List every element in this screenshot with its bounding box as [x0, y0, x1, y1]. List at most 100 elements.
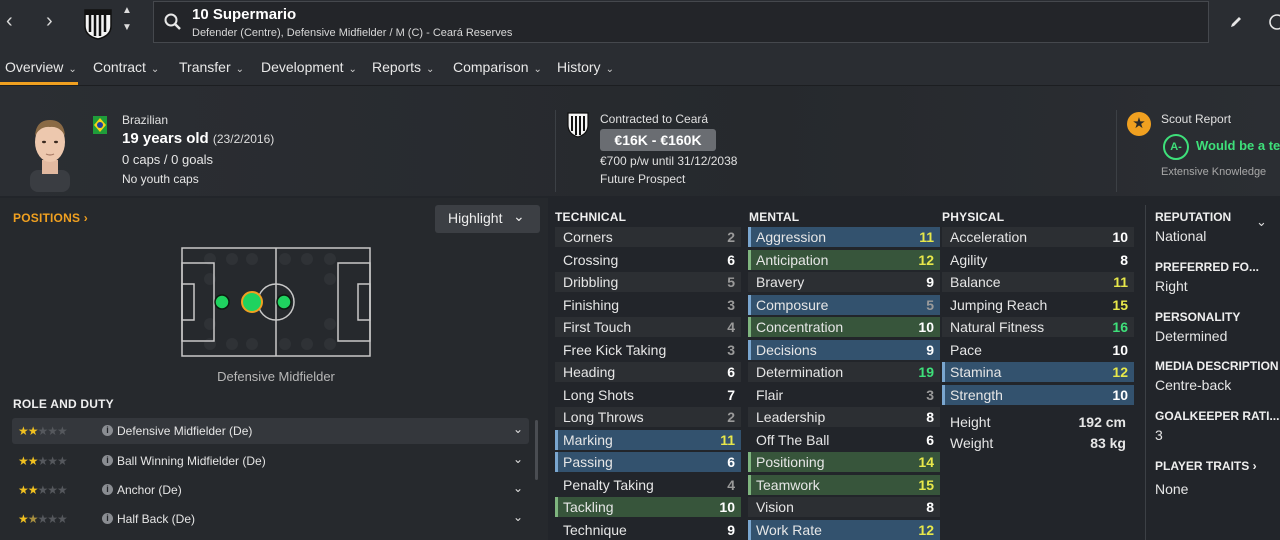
tab-history[interactable]: History ⌄ [557, 59, 614, 75]
attribute-row[interactable]: Bravery 9 [748, 272, 940, 292]
chevron-down-icon[interactable]: ▼ [122, 22, 132, 33]
attribute-row[interactable]: First Touch 4 [555, 317, 741, 337]
attribute-name: Jumping Reach [950, 296, 1048, 313]
position-marker-mc[interactable] [276, 294, 292, 310]
positions-title[interactable]: POSITIONS › [13, 211, 88, 225]
attribute-row[interactable]: Tackling 10 [555, 497, 741, 517]
player-subtitle: Defender (Centre), Defensive Midfielder … [192, 27, 513, 39]
forward-arrow-icon[interactable]: › [46, 10, 53, 33]
attribute-row[interactable]: Free Kick Taking 3 [555, 340, 741, 360]
attribute-value: 5 [727, 274, 735, 290]
attribute-row[interactable]: Decisions 9 [748, 339, 940, 360]
attribute-row[interactable]: Penalty Taking 4 [555, 475, 741, 495]
transfer-value-badge[interactable]: €16K - €160K [600, 129, 716, 151]
roles-scrollbar[interactable] [535, 420, 538, 480]
attribute-value: 10 [1112, 229, 1128, 245]
weight-label: Weight [950, 435, 994, 451]
attribute-value: 3 [727, 341, 735, 358]
tab-overview[interactable]: Overview ⌄ [5, 59, 77, 75]
info-icon[interactable]: i [102, 425, 113, 436]
goalkeeper-rating-section: GOALKEEPER RATI... 3 [1155, 409, 1279, 443]
attribute-name: Marking [563, 431, 613, 448]
contract-label: Contracted to Ceará [600, 112, 709, 126]
attribute-row[interactable]: Corners 2 [555, 227, 741, 247]
back-arrow-icon[interactable]: ‹ [6, 10, 13, 33]
attribute-row[interactable]: Agility 8 [942, 250, 1134, 270]
attribute-row[interactable]: Technique 9 [555, 520, 741, 540]
chevron-down-icon[interactable]: ⌄ [513, 422, 523, 436]
preferred-foot-heading: PREFERRED FO... [1155, 260, 1260, 274]
attribute-row[interactable]: Teamwork 15 [748, 474, 940, 495]
attribute-row[interactable]: Aggression 11 [748, 227, 940, 247]
player-avatar [30, 120, 70, 192]
attribute-row[interactable]: Stamina 12 [942, 362, 1134, 382]
player-traits-section[interactable]: PLAYER TRAITS › None [1155, 459, 1257, 497]
attribute-row[interactable]: Leadership 8 [748, 407, 940, 427]
info-icon[interactable]: i [102, 484, 113, 495]
tab-label: Reports [372, 59, 422, 75]
attribute-value: 3 [727, 296, 735, 313]
chevron-down-icon[interactable]: ⌄ [513, 481, 523, 495]
attribute-row[interactable]: Marking 11 [555, 429, 741, 450]
attribute-row[interactable]: Natural Fitness 16 [942, 317, 1134, 337]
attribute-row[interactable]: Positioning 14 [748, 452, 940, 472]
attribute-row[interactable]: Crossing 6 [555, 250, 741, 270]
attribute-name: Off The Ball [756, 431, 830, 448]
tab-comparison[interactable]: Comparison ⌄ [453, 59, 542, 75]
attribute-row[interactable]: Determination 19 [748, 362, 940, 382]
attribute-name: Balance [950, 274, 1001, 290]
attribute-row[interactable]: Concentration 10 [748, 317, 940, 337]
attribute-row[interactable]: Jumping Reach 15 [942, 295, 1134, 315]
attribute-row[interactable]: Heading 6 [555, 362, 741, 382]
globe-icon[interactable] [1268, 13, 1280, 31]
attribute-row[interactable]: Long Shots 7 [555, 385, 741, 405]
attribute-row[interactable]: Off The Ball 6 [748, 430, 940, 450]
tab-contract[interactable]: Contract ⌄ [93, 59, 159, 75]
attribute-row[interactable]: Acceleration 10 [942, 227, 1134, 247]
age-text: 19 years old [122, 130, 209, 147]
role-row[interactable]: ★★★★★ i Anchor (De) ⌄ [12, 477, 529, 503]
highlight-label: Highlight [448, 210, 503, 226]
role-row[interactable]: ★★★★★ i Half Back (De) ⌄ [12, 506, 529, 532]
attribute-row[interactable]: Work Rate 12 [748, 519, 940, 540]
position-marker-dc[interactable] [214, 294, 230, 310]
attribute-row[interactable]: Finishing 3 [555, 295, 741, 315]
goalkeeper-rating-value: 3 [1155, 427, 1163, 443]
edit-pencil-icon[interactable] [1229, 15, 1243, 29]
attribute-row[interactable]: Vision 8 [748, 497, 940, 517]
player-search-box[interactable]: 10 Supermario Defender (Centre), Defensi… [153, 1, 1209, 43]
role-rating-stars: ★★★★★ [18, 483, 68, 497]
reputation-section[interactable]: REPUTATION National [1155, 210, 1231, 244]
attribute-value: 3 [926, 386, 934, 403]
attribute-row[interactable]: Anticipation 12 [748, 249, 940, 270]
attribute-row[interactable]: Dribbling 5 [555, 272, 741, 292]
attribute-row[interactable]: Flair 3 [748, 385, 940, 405]
chevron-down-icon[interactable]: ⌄ [1256, 214, 1267, 230]
chevron-down-icon[interactable]: ⌄ [513, 510, 523, 524]
attribute-row[interactable]: Strength 10 [942, 384, 1134, 405]
chevron-up-icon[interactable]: ▲ [122, 5, 132, 16]
info-icon[interactable]: i [102, 513, 113, 524]
role-row[interactable]: ★★★★★ i Ball Winning Midfielder (De) ⌄ [12, 448, 529, 474]
tab-transfer[interactable]: Transfer ⌄ [179, 59, 244, 75]
club-crest-icon[interactable] [82, 6, 114, 40]
tab-reports[interactable]: Reports ⌄ [372, 59, 434, 75]
highlight-dropdown[interactable]: Highlight ⌄ [435, 205, 540, 233]
attribute-row[interactable]: Long Throws 2 [555, 407, 741, 427]
attribute-value: 12 [918, 251, 934, 268]
attribute-value: 4 [727, 319, 735, 335]
attribute-row[interactable]: Composure 5 [748, 294, 940, 315]
info-icon[interactable]: i [102, 455, 113, 466]
tab-development[interactable]: Development ⌄ [261, 59, 357, 75]
attribute-row[interactable]: Passing 6 [555, 452, 741, 472]
position-marker-dm-selected[interactable] [241, 291, 263, 313]
attribute-row[interactable]: Pace 10 [942, 340, 1134, 360]
date-of-birth: (23/2/2016) [212, 132, 275, 146]
attribute-name: Agility [950, 251, 988, 268]
attribute-row[interactable]: Balance 11 [942, 272, 1134, 292]
height-row: Height 192 cm [942, 412, 1134, 432]
role-row[interactable]: ★★★★★ i Defensive Midfielder (De) ⌄ [12, 418, 529, 444]
attribute-value: 8 [1120, 251, 1128, 268]
chevron-down-icon[interactable]: ⌄ [513, 452, 523, 466]
personality-value: Determined [1155, 328, 1228, 344]
